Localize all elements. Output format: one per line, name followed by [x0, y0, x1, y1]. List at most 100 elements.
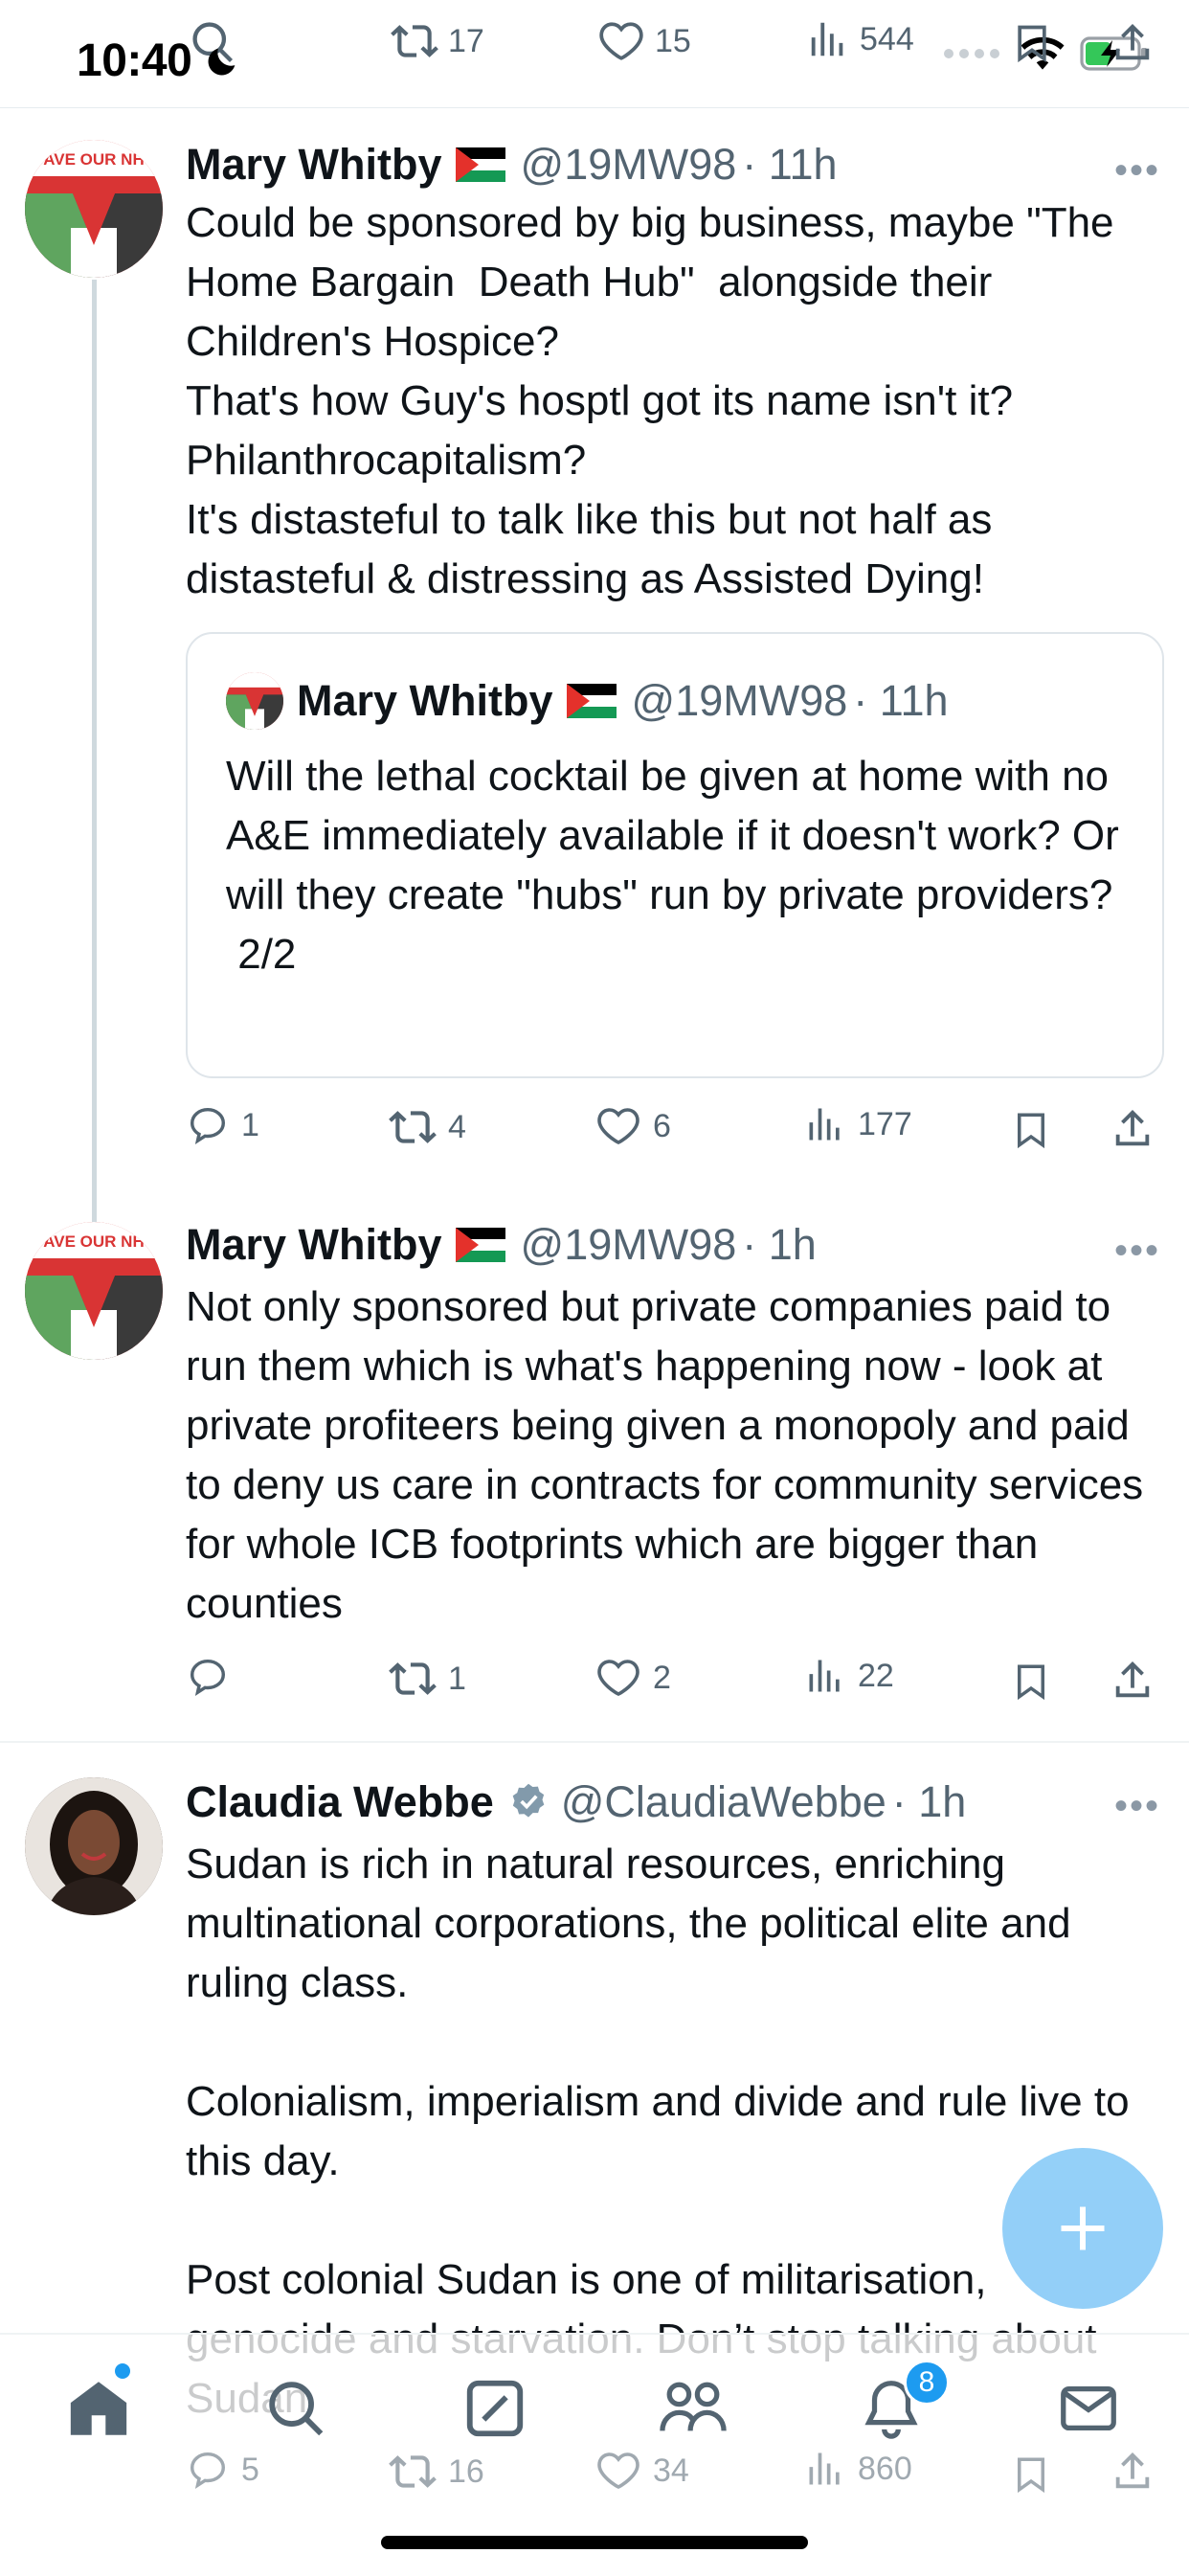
retweet-icon: [391, 25, 438, 57]
author-handle[interactable]: @ClaudiaWebbe: [561, 1777, 886, 1827]
views-button[interactable]: 860: [804, 2448, 912, 2490]
tweet-header: Claudia Webbe @ClaudiaWebbe · 1h: [186, 1777, 1170, 1827]
views-button[interactable]: 177: [804, 1103, 912, 1145]
author-name[interactable]: Claudia Webbe: [186, 1777, 494, 1827]
views-icon: [809, 1108, 840, 1141]
like-button[interactable]: 6: [595, 1103, 671, 1149]
heart-icon: [597, 1108, 639, 1144]
quote-avatar: [226, 672, 283, 730]
tweet-time[interactable]: · 11h: [742, 140, 837, 190]
more-icon[interactable]: •••: [1114, 1785, 1160, 1828]
bookmark-icon[interactable]: [1011, 1107, 1051, 1153]
retweet-count: 1: [448, 1660, 466, 1697]
views-count: 22: [858, 1657, 894, 1694]
avatar[interactable]: SAVE OUR NHS: [25, 140, 163, 278]
views-icon: [809, 1660, 840, 1692]
quote-header: Mary Whitby @19MW98 · 11h: [226, 672, 949, 730]
retweet-icon: [389, 1662, 437, 1695]
search-icon[interactable]: [262, 2375, 329, 2442]
quote-text: Will the lethal cocktail be given at hom…: [226, 753, 1119, 978]
author-name[interactable]: Mary Whitby: [186, 140, 442, 190]
author-handle[interactable]: @19MW98: [521, 140, 737, 190]
views-action[interactable]: 544: [806, 17, 914, 61]
avatar-lettering: SAVE OUR NHS: [33, 1232, 155, 1251]
author-name[interactable]: Mary Whitby: [186, 1220, 442, 1270]
author-handle[interactable]: @19MW98: [521, 1220, 737, 1270]
share-icon[interactable]: [1110, 19, 1155, 67]
retweet-icon: [389, 1111, 437, 1143]
reply-icon: [190, 1659, 226, 1697]
bookmark-icon[interactable]: [1011, 2452, 1051, 2497]
views-count: 177: [858, 1105, 912, 1142]
quote-author-handle: @19MW98: [631, 676, 848, 725]
tweet-header: Mary Whitby @19MW98 · 1h: [186, 1220, 1170, 1270]
views-icon: [811, 22, 843, 56]
heart-icon: [597, 2452, 639, 2489]
reply-count: 1: [241, 1106, 259, 1143]
quoted-tweet[interactable]: Mary Whitby @19MW98 · 11h Will the letha…: [186, 632, 1164, 1078]
bookmark-icon[interactable]: [1011, 19, 1053, 67]
tweet-text: Could be sponsored by big business, mayb…: [186, 199, 1114, 602]
tweet-actions: 1 2 22: [186, 1655, 1166, 1712]
tweet[interactable]: SAVE OUR NHS Mary Whitby @19MW98 · 1h ••…: [0, 1187, 1189, 1743]
retweet-icon: [389, 2455, 437, 2488]
reply-icon: [190, 2452, 226, 2490]
verified-icon: [512, 1783, 545, 1818]
palestine-flag-icon: [455, 147, 505, 182]
plus-icon: [1061, 2206, 1105, 2250]
retweet-action[interactable]: 17: [391, 17, 484, 65]
reply-button[interactable]: [186, 1655, 241, 1699]
bookmark-icon[interactable]: [1011, 1659, 1051, 1705]
status-time: 10:40: [77, 35, 192, 86]
avatar[interactable]: SAVE OUR NHS: [25, 1222, 163, 1360]
views-button[interactable]: 22: [804, 1655, 894, 1697]
like-button[interactable]: 34: [595, 2448, 689, 2494]
reply-count: 5: [241, 2451, 259, 2488]
views-icon: [809, 2452, 840, 2485]
like-action[interactable]: 15: [597, 17, 691, 65]
retweet-button[interactable]: 4: [389, 1103, 466, 1151]
compose-icon[interactable]: [461, 2375, 528, 2442]
compose-tweet-button[interactable]: [1002, 2148, 1163, 2309]
tweet-text: Not only sponsored but private companies…: [186, 1283, 1155, 1627]
palestine-flag-icon: [455, 1228, 505, 1262]
tweet-time[interactable]: · 1h: [892, 1777, 967, 1827]
notifications-badge: 8: [904, 2360, 950, 2406]
tweet[interactable]: SAVE OUR NHS Mary Whitby @19MW98 · 11h •…: [0, 107, 1189, 1247]
quote-author-name: Mary Whitby: [297, 676, 553, 725]
reply-icon: [190, 1107, 226, 1145]
more-icon[interactable]: •••: [1114, 149, 1160, 192]
signal-icon: [944, 49, 999, 58]
retweet-count: 4: [448, 1108, 466, 1145]
like-count: 6: [653, 1107, 671, 1144]
reply-button[interactable]: 5: [186, 2448, 259, 2492]
palestine-flag-icon: [566, 684, 617, 718]
communities-icon[interactable]: [657, 2375, 729, 2442]
share-icon[interactable]: [1110, 1657, 1155, 1705]
thread-line: [92, 280, 97, 1247]
retweet-count: 17: [448, 22, 484, 59]
quote-time: · 11h: [853, 676, 949, 725]
like-count: 15: [655, 22, 691, 59]
home-indicator: [381, 2536, 808, 2549]
views-count: 860: [858, 2450, 912, 2487]
heart-icon: [599, 22, 643, 60]
avatar-lettering: SAVE OUR NHS: [33, 150, 155, 169]
mail-icon[interactable]: [1055, 2375, 1122, 2442]
avatar[interactable]: [25, 1777, 163, 1915]
reply-button[interactable]: 1: [186, 1103, 259, 1147]
like-button[interactable]: 2: [595, 1655, 671, 1701]
retweet-count: 16: [448, 2452, 484, 2490]
retweet-button[interactable]: 16: [389, 2448, 484, 2496]
heart-icon: [597, 1660, 639, 1696]
retweet-button[interactable]: 1: [389, 1655, 466, 1703]
tweet-actions: 1 4 6 177: [186, 1103, 1166, 1161]
more-icon[interactable]: •••: [1114, 1230, 1160, 1273]
status-bar: 17 15 544 10:40: [0, 0, 1189, 108]
moon-icon: [208, 48, 236, 76]
home-icon[interactable]: [65, 2375, 132, 2442]
share-icon[interactable]: [1110, 1105, 1155, 1153]
like-count: 2: [653, 1659, 671, 1696]
tweet-time[interactable]: · 1h: [742, 1220, 817, 1270]
share-icon[interactable]: [1110, 2448, 1155, 2496]
